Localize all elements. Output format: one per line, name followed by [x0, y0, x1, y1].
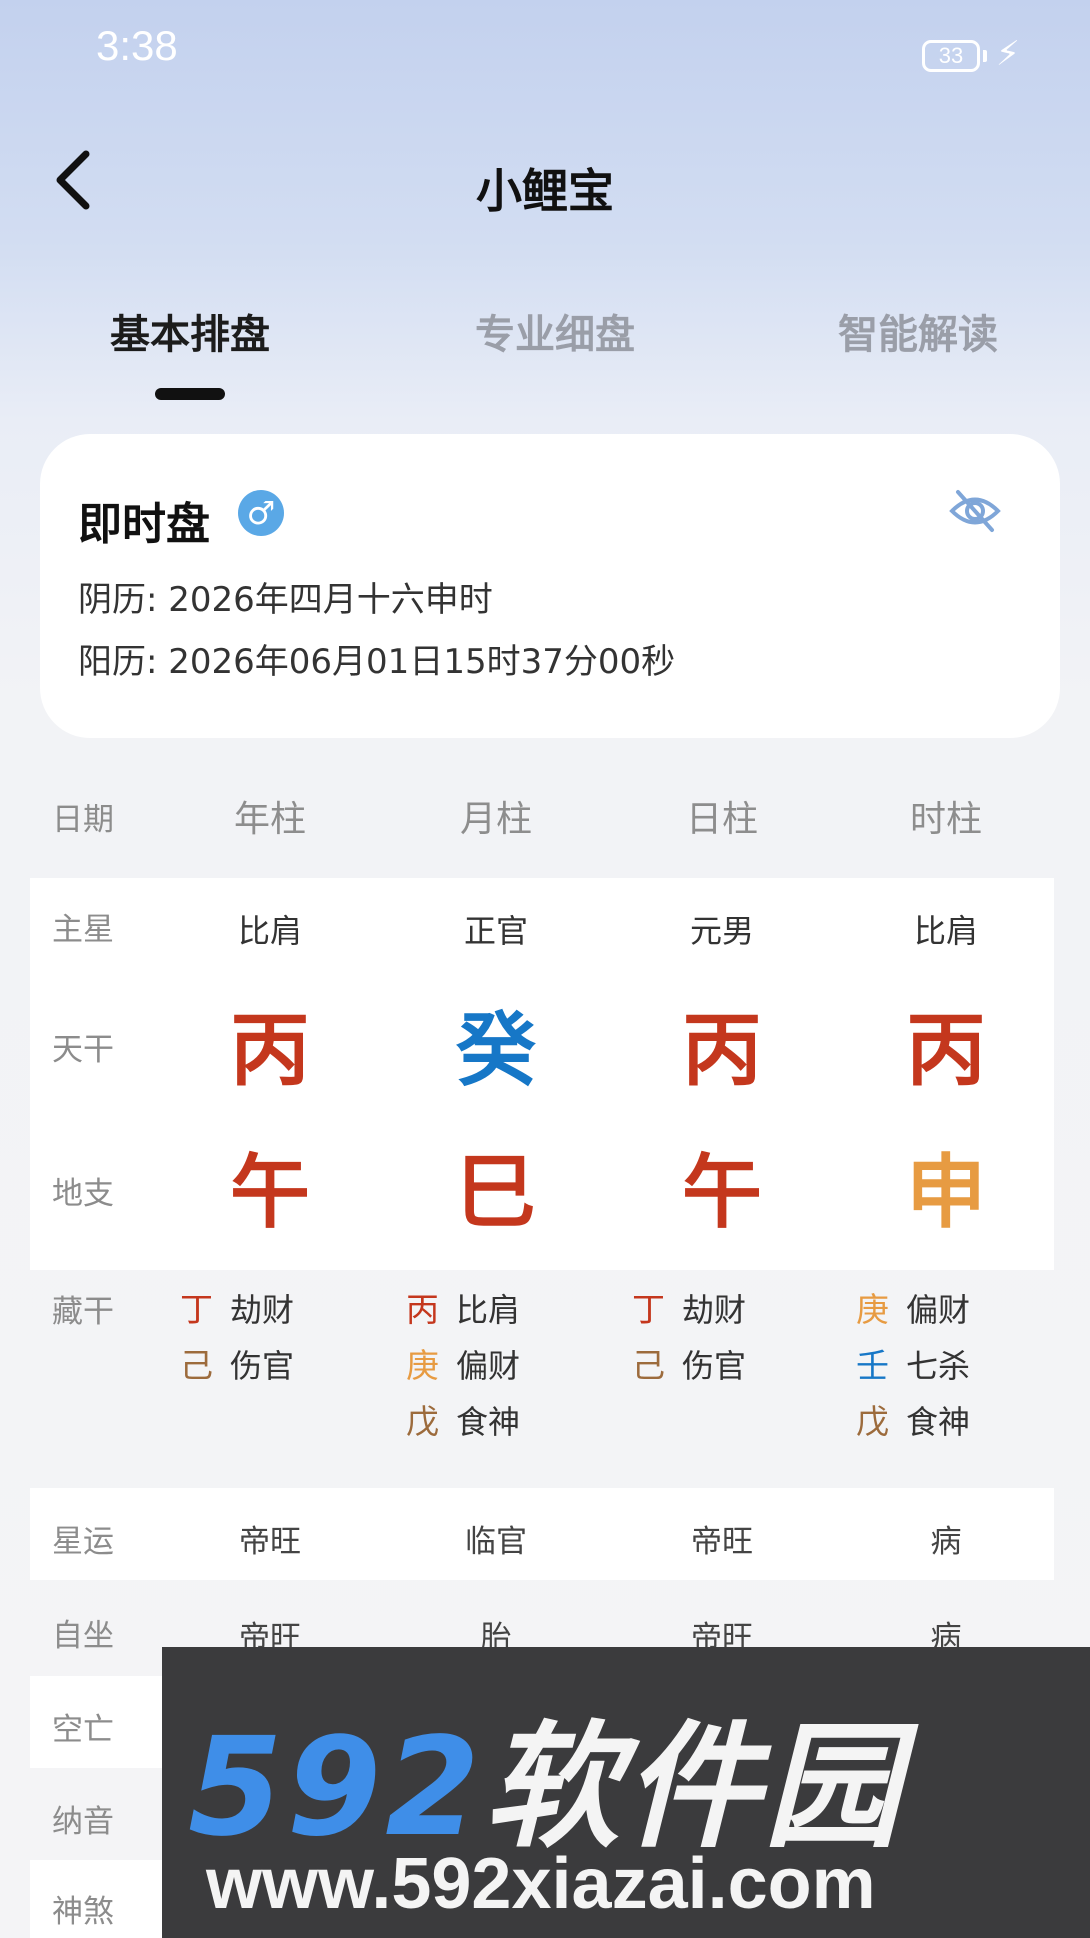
watermark-banner: 592软件园 www.592xiazai.com	[162, 1647, 1090, 1938]
hidden-stems-hour: 庚偏财 壬七杀 戊食神	[856, 1282, 1056, 1450]
hidden-stem-god: 七杀	[906, 1347, 971, 1385]
main-star-day: 元男	[689, 912, 754, 950]
row-label-shensha: 神煞	[52, 1894, 114, 1930]
col-header-year: 年柱	[233, 799, 306, 840]
star-luck-year: 帝旺	[239, 1524, 301, 1560]
hidden-stem-gan: 戊	[856, 1402, 889, 1441]
battery-tip	[983, 50, 987, 62]
solar-date: 阳历: 2026年06月01日15时37分00秒	[78, 642, 676, 682]
branch-month: 巳	[456, 1145, 536, 1239]
hidden-stem-item: 庚偏财	[856, 1282, 1056, 1338]
star-luck-row: 星运 帝旺 临官 帝旺 病	[30, 1488, 1054, 1580]
hide-eye-icon[interactable]	[948, 486, 1002, 536]
active-tab-indicator	[155, 388, 225, 400]
hidden-stem-item: 丁劫财	[632, 1282, 832, 1338]
row-label-earthly-branch: 地支	[52, 1176, 114, 1212]
stem-month: 癸	[456, 1003, 536, 1097]
hidden-stem-god: 食神	[906, 1403, 971, 1441]
hidden-stem-item: 壬七杀	[856, 1338, 1056, 1394]
hidden-stems-day: 丁劫财 己伤官	[632, 1282, 832, 1394]
card-title: 即时盘	[78, 499, 210, 550]
tab-smart-reading[interactable]: 智能解读	[838, 302, 998, 360]
row-label-heavenly-stem: 天干	[52, 1032, 114, 1068]
hidden-stems-year: 丁劫财 己伤官	[180, 1282, 380, 1394]
star-luck-month: 临官	[465, 1524, 527, 1560]
hidden-stem-gan: 丁	[180, 1290, 213, 1329]
page-title: 小鲤宝	[476, 164, 614, 218]
hidden-stem-god: 伤官	[682, 1347, 747, 1385]
row-label-main-star: 主星	[52, 912, 114, 948]
row-label-void: 空亡	[52, 1712, 114, 1748]
hidden-stem-god: 偏财	[906, 1291, 971, 1329]
stem-day: 丙	[682, 1003, 762, 1097]
charging-icon: ⚡	[996, 34, 1020, 74]
hidden-stem-item: 戊食神	[856, 1394, 1056, 1450]
hidden-stem-god: 劫财	[230, 1291, 295, 1329]
col-header-month: 月柱	[459, 799, 532, 840]
battery-icon: 33	[922, 40, 980, 72]
row-label-nayin: 纳音	[52, 1804, 114, 1840]
hidden-stem-gan: 戊	[406, 1402, 439, 1441]
battery-level: 33	[938, 43, 964, 68]
hidden-stems-month: 丙比肩 庚偏财 戊食神	[406, 1282, 606, 1450]
pillar-block: 主星 比肩 正官 元男 比肩 天干 丙 癸 丙 丙 地支 午 巳 午 申	[30, 878, 1054, 1270]
branch-day: 午	[682, 1145, 762, 1239]
male-icon: ♂	[238, 490, 284, 536]
main-star-month: 正官	[463, 912, 528, 950]
stem-hour: 丙	[906, 1003, 986, 1097]
main-star-year: 比肩	[237, 912, 302, 950]
row-label-self-sitting: 自坐	[52, 1618, 114, 1654]
hidden-stem-god: 食神	[456, 1403, 521, 1441]
hidden-stem-god: 劫财	[682, 1291, 747, 1329]
hidden-stem-item: 丙比肩	[406, 1282, 606, 1338]
hidden-stems-row: 藏干 丁劫财 己伤官 丙比肩 庚偏财 戊食神 丁劫财 己伤官 庚偏财 壬七杀 戊…	[30, 1270, 1054, 1480]
hidden-stem-god: 伤官	[230, 1347, 295, 1385]
hidden-stem-item: 戊食神	[406, 1394, 606, 1450]
status-time: 3:38	[96, 22, 178, 69]
hidden-stem-item: 丁劫财	[180, 1282, 380, 1338]
lunar-date: 阴历: 2026年四月十六申时	[78, 580, 493, 620]
col-header-hour: 时柱	[909, 799, 982, 840]
hidden-stem-gan: 丁	[632, 1290, 665, 1329]
info-card: 即时盘 ♂ 阴历: 2026年四月十六申时 阳历: 2026年06月01日15时…	[40, 434, 1060, 738]
main-star-hour: 比肩	[913, 912, 978, 950]
hidden-stem-gan: 己	[632, 1346, 665, 1385]
star-luck-hour: 病	[930, 1524, 962, 1560]
row-label-hidden-stems: 藏干	[52, 1294, 114, 1330]
hidden-stem-item: 己伤官	[180, 1338, 380, 1394]
col-header-day: 日柱	[685, 799, 758, 840]
star-luck-day: 帝旺	[691, 1524, 753, 1560]
hidden-stem-god: 偏财	[456, 1347, 521, 1385]
hidden-stem-gan: 壬	[856, 1346, 889, 1385]
header-row: 日期 年柱 月柱 日柱 时柱	[30, 770, 1054, 870]
branch-hour: 申	[906, 1145, 986, 1239]
hidden-stem-item: 己伤官	[632, 1338, 832, 1394]
row-label-star-luck: 星运	[52, 1524, 114, 1560]
row-label-date: 日期	[52, 802, 114, 838]
tab-basic-chart[interactable]: 基本排盘	[110, 302, 270, 360]
tab-professional-chart[interactable]: 专业细盘	[475, 302, 635, 360]
hidden-stem-god: 比肩	[456, 1291, 521, 1329]
branch-year: 午	[230, 1145, 310, 1239]
watermark-url: www.592xiazai.com	[206, 1844, 876, 1924]
stem-year: 丙	[230, 1003, 310, 1097]
hidden-stem-item: 庚偏财	[406, 1338, 606, 1394]
hidden-stem-gan: 庚	[856, 1290, 889, 1329]
hidden-stem-gan: 庚	[406, 1346, 439, 1385]
eye-slash-icon	[949, 490, 1001, 532]
hidden-stem-gan: 丙	[406, 1290, 439, 1329]
hidden-stem-gan: 己	[180, 1346, 213, 1385]
